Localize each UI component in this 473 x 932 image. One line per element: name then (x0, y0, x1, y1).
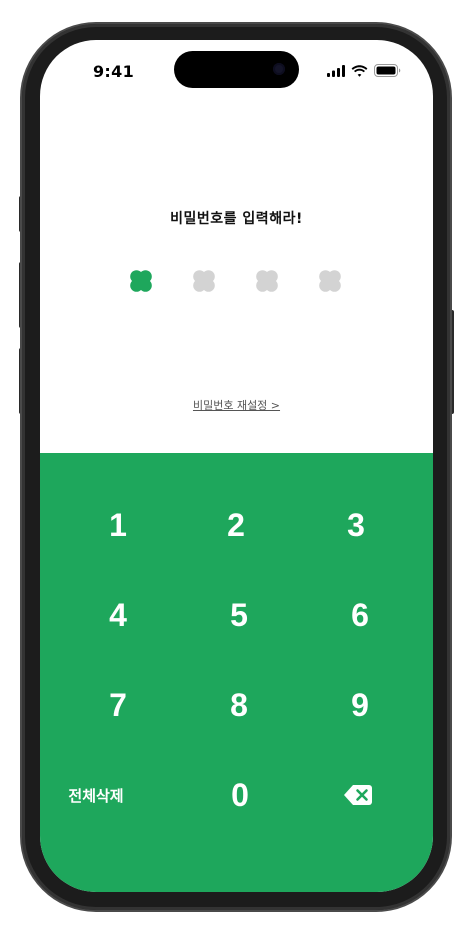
key-4[interactable]: 4 (68, 585, 168, 645)
cellular-signal-icon (327, 64, 345, 77)
key-3[interactable]: 3 (306, 495, 406, 555)
pin-indicator (128, 268, 343, 294)
pin-clover-icon (256, 270, 278, 292)
power-button (450, 310, 454, 414)
key-7[interactable]: 7 (68, 675, 168, 735)
key-2[interactable]: 2 (186, 495, 286, 555)
dynamic-island (174, 51, 299, 88)
key-1[interactable]: 1 (68, 495, 168, 555)
status-icons (327, 64, 401, 77)
pin-clover-icon (319, 270, 341, 292)
key-6[interactable]: 6 (310, 585, 410, 645)
pin-clover-icon (193, 270, 215, 292)
delete-all-button[interactable]: 전체삭제 (46, 765, 146, 825)
pin-clover-icon (130, 270, 152, 292)
screen: 9:41 비밀번호를 입력해라! 비밀번호 재설정 > 1 2 3 4 5 6 … (40, 40, 433, 892)
key-8[interactable]: 8 (189, 675, 289, 735)
key-5[interactable]: 5 (189, 585, 289, 645)
wifi-icon (351, 64, 368, 77)
page-title: 비밀번호를 입력해라! (170, 211, 303, 227)
backspace-icon (344, 785, 372, 805)
backspace-button[interactable] (308, 765, 408, 825)
reset-password-link[interactable]: 비밀번호 재설정 > (40, 397, 433, 413)
key-9[interactable]: 9 (310, 675, 410, 735)
key-0[interactable]: 0 (190, 765, 290, 825)
battery-icon (374, 64, 401, 77)
keypad: 1 2 3 4 5 6 7 8 9 전체삭제 0 (40, 453, 433, 892)
camera-icon (273, 63, 285, 75)
status-time: 9:41 (93, 62, 134, 81)
